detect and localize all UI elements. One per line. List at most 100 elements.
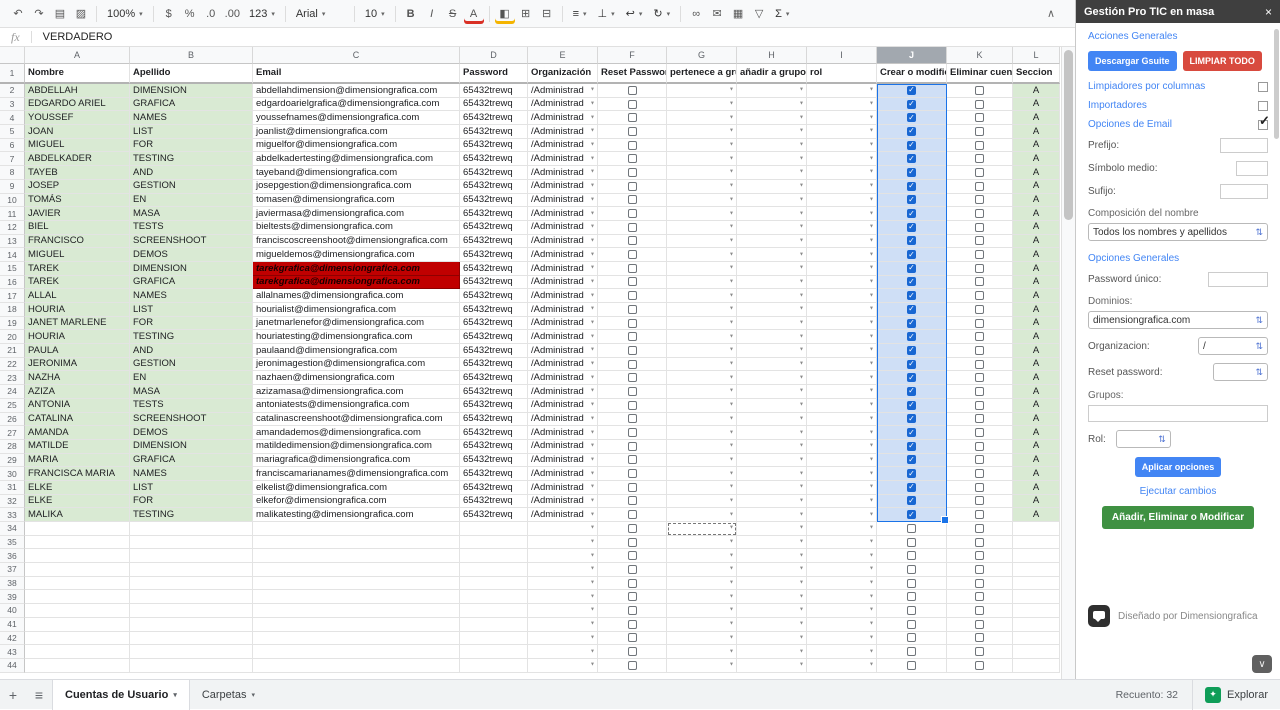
organizacion-cell[interactable]: /Administrad ▼ — [528, 426, 598, 440]
dropdown-arrow-icon[interactable]: ▼ — [729, 662, 734, 668]
organizacion-cell[interactable]: ▼ — [528, 631, 598, 646]
anadir-grupos-cell[interactable]: ▼ — [737, 193, 807, 208]
organizacion-cell[interactable]: /Administrad ▼ — [528, 207, 598, 221]
anadir-grupos-cell[interactable]: ▼ — [737, 604, 807, 618]
grupos-input[interactable] — [1088, 405, 1268, 422]
dropdown-arrow-icon[interactable]: ▼ — [590, 265, 595, 271]
bold-icon[interactable]: B — [401, 4, 421, 24]
row-number-34[interactable]: 34 — [0, 522, 25, 536]
crear-modificar-checkbox[interactable] — [907, 537, 916, 547]
dominios-select[interactable]: dimensiongrafica.com ⇅ — [1088, 311, 1268, 329]
crear-modificar-checkbox[interactable]: ✓ — [907, 345, 916, 355]
eliminar-cuenta-checkbox[interactable] — [975, 263, 984, 273]
dropdown-arrow-icon[interactable]: ▼ — [590, 416, 595, 421]
rol-cell[interactable]: ▼ — [807, 426, 877, 440]
eliminar-cuenta-checkbox[interactable] — [975, 277, 984, 287]
dropdown-arrow-icon[interactable]: ▼ — [869, 224, 874, 230]
dropdown-arrow-icon[interactable]: ▼ — [729, 484, 734, 490]
rol-cell[interactable]: ▼ — [807, 412, 877, 427]
anadir-grupos-cell[interactable]: ▼ — [737, 617, 807, 632]
row-number-17[interactable]: 17 — [0, 289, 25, 303]
reset-password-checkbox[interactable] — [627, 181, 637, 191]
anadir-grupos-cell[interactable]: ▼ — [737, 138, 807, 153]
organizacion-cell[interactable]: /Administrad ▼ — [528, 289, 598, 303]
eliminar-cuenta-checkbox[interactable] — [975, 428, 984, 438]
rol-cell[interactable]: ▼ — [807, 590, 877, 605]
rol-cell[interactable]: ▼ — [807, 508, 877, 522]
crear-modificar-checkbox[interactable]: ✓ — [907, 209, 916, 219]
dropdown-arrow-icon[interactable]: ▼ — [590, 101, 595, 107]
reset-password-checkbox[interactable] — [627, 304, 637, 314]
row-number-18[interactable]: 18 — [0, 303, 25, 317]
dropdown-arrow-icon[interactable]: ▼ — [590, 443, 595, 449]
crear-modificar-checkbox[interactable] — [907, 578, 916, 588]
anadir-grupos-cell[interactable]: ▼ — [737, 111, 807, 126]
eliminar-cuenta-checkbox[interactable] — [975, 633, 984, 643]
dropdown-arrow-icon[interactable]: ▼ — [590, 525, 595, 531]
row-number-27[interactable]: 27 — [0, 426, 25, 440]
organizacion-cell[interactable]: ▼ — [528, 604, 598, 618]
dropdown-arrow-icon[interactable]: ▼ — [590, 224, 595, 230]
reset-password-checkbox[interactable] — [627, 263, 637, 273]
opciones-email-link[interactable]: Opciones de Email — [1088, 119, 1172, 130]
dropdown-arrow-icon[interactable]: ▼ — [590, 238, 595, 243]
pertenece-grupo-cell[interactable]: ▼ — [667, 535, 737, 550]
rol-cell[interactable]: ▼ — [807, 480, 877, 495]
crear-modificar-checkbox[interactable]: ✓ — [907, 236, 916, 246]
pertenece-grupo-cell[interactable]: ▼ — [667, 467, 737, 481]
reset-password-checkbox[interactable] — [627, 592, 637, 602]
paint-format-icon[interactable]: ▨ — [71, 4, 91, 24]
redo-icon[interactable]: ↷ — [29, 4, 49, 24]
rol-cell[interactable]: ▼ — [807, 152, 877, 167]
pertenece-grupo-cell[interactable]: ▼ — [667, 658, 737, 673]
dropdown-arrow-icon[interactable]: ▼ — [869, 252, 874, 257]
dropdown-arrow-icon[interactable]: ▼ — [869, 484, 874, 490]
insert-comment-icon[interactable]: ✉ — [707, 4, 727, 24]
row-number-14[interactable]: 14 — [0, 248, 25, 262]
crear-modificar-checkbox[interactable]: ✓ — [907, 414, 916, 424]
dropdown-arrow-icon[interactable]: ▼ — [799, 580, 804, 586]
dropdown-arrow-icon[interactable]: ▼ — [869, 265, 874, 271]
reset-password-checkbox[interactable] — [627, 154, 637, 164]
rol-select[interactable]: ⇅ — [1115, 430, 1171, 448]
reset-password-checkbox[interactable] — [627, 400, 637, 410]
dropdown-arrow-icon[interactable]: ▼ — [590, 457, 595, 462]
print-icon[interactable]: ▤ — [50, 4, 70, 24]
dropdown-arrow-icon[interactable]: ▼ — [729, 197, 734, 202]
eliminar-cuenta-checkbox[interactable] — [975, 181, 984, 191]
collapse-toolbar-icon[interactable]: ∧ — [1041, 4, 1061, 24]
dropdown-arrow-icon[interactable]: ▼ — [799, 525, 804, 531]
row-number-31[interactable]: 31 — [0, 480, 25, 495]
row-number-1[interactable]: 1 — [0, 64, 25, 84]
dropdown-arrow-icon[interactable]: ▼ — [869, 211, 874, 216]
organizacion-cell[interactable]: /Administrad ▼ — [528, 385, 598, 399]
rol-cell[interactable]: ▼ — [807, 522, 877, 536]
dropdown-arrow-icon[interactable]: ▼ — [799, 347, 804, 353]
dropdown-arrow-icon[interactable]: ▼ — [799, 101, 804, 107]
dropdown-arrow-icon[interactable]: ▼ — [869, 649, 874, 654]
dropdown-arrow-icon[interactable]: ▼ — [729, 375, 734, 380]
dropdown-arrow-icon[interactable]: ▼ — [799, 265, 804, 271]
dropdown-arrow-icon[interactable]: ▼ — [590, 306, 595, 312]
pertenece-grupo-cell[interactable]: ▼ — [667, 590, 737, 605]
eliminar-cuenta-checkbox[interactable] — [975, 400, 984, 410]
reset-password-checkbox[interactable] — [627, 373, 637, 383]
organizacion-cell[interactable]: ▼ — [528, 658, 598, 673]
anadir-grupos-cell[interactable]: ▼ — [737, 125, 807, 139]
dropdown-arrow-icon[interactable]: ▼ — [799, 662, 804, 668]
dropdown-arrow-icon[interactable]: ▼ — [799, 416, 804, 421]
anadir-grupos-cell[interactable]: ▼ — [737, 480, 807, 495]
organizacion-cell[interactable]: /Administrad ▼ — [528, 303, 598, 317]
dropdown-arrow-icon[interactable]: ▼ — [799, 156, 804, 161]
dropdown-arrow-icon[interactable]: ▼ — [729, 539, 734, 545]
row-number-10[interactable]: 10 — [0, 193, 25, 208]
dropdown-arrow-icon[interactable]: ▼ — [869, 156, 874, 161]
rol-cell[interactable]: ▼ — [807, 467, 877, 481]
rol-cell[interactable]: ▼ — [807, 617, 877, 632]
eliminar-cuenta-checkbox[interactable] — [975, 113, 984, 123]
eliminar-cuenta-checkbox[interactable] — [975, 414, 984, 424]
dropdown-arrow-icon[interactable]: ▼ — [799, 388, 804, 394]
crear-modificar-checkbox[interactable]: ✓ — [907, 332, 916, 342]
pertenece-grupo-cell[interactable]: ▼ — [667, 248, 737, 262]
anadir-grupos-cell[interactable]: ▼ — [737, 166, 807, 180]
